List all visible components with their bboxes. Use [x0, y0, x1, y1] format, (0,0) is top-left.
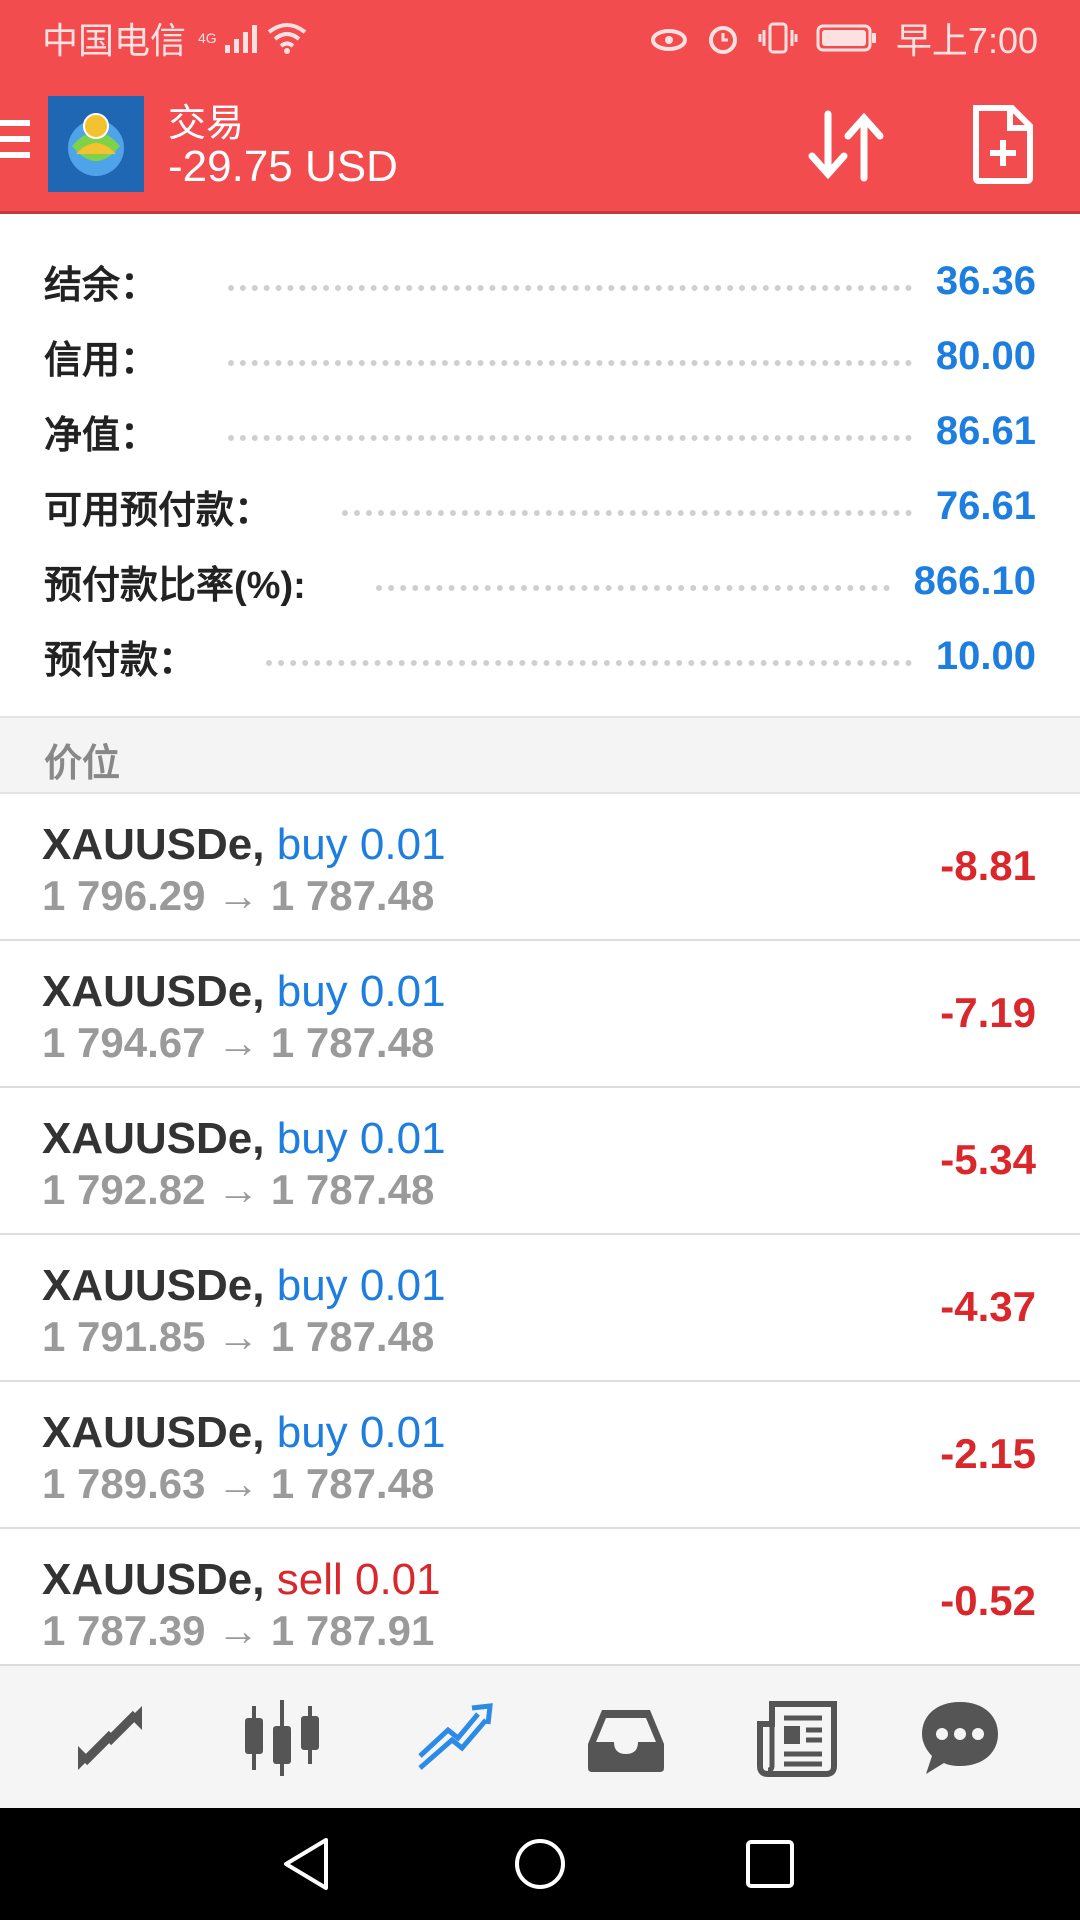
position-direction: buy 0.01 — [276, 1408, 446, 1457]
history-icon[interactable] — [584, 1696, 668, 1780]
position-row[interactable]: XAUUSDe, buy 0.01 1 796.29 → 1 787.48 -8… — [0, 794, 1080, 941]
dot-leader — [228, 434, 912, 441]
equity-row: 净值： 86.61 — [0, 394, 1080, 469]
position-row[interactable]: XAUUSDe, buy 0.01 1 794.67 → 1 787.48 -7… — [0, 941, 1080, 1088]
recents-icon[interactable] — [742, 1836, 798, 1892]
back-icon[interactable] — [278, 1836, 334, 1892]
position-prices: 1 787.39 → 1 787.91 — [42, 1607, 435, 1654]
status-right: 早上7:00 — [650, 12, 1038, 64]
credit-row: 信用： 80.00 — [0, 319, 1080, 394]
position-prices: 1 794.67 → 1 787.48 — [42, 1019, 435, 1066]
metatrader-logo — [48, 96, 144, 192]
bottom-nav — [0, 1664, 1080, 1808]
position-title: XAUUSDe, buy 0.01 — [42, 1114, 446, 1164]
position-symbol: XAUUSDe, — [42, 1114, 265, 1163]
position-symbol: XAUUSDe, — [42, 1408, 265, 1457]
position-title: XAUUSDe, sell 0.01 — [42, 1555, 441, 1605]
trade-icon[interactable] — [412, 1696, 496, 1780]
eye-icon — [650, 29, 687, 51]
total-profit: -29.75 USD — [168, 142, 398, 191]
margin-level-label: 预付款比率(%): — [44, 565, 306, 607]
free-margin-row: 可用预付款： 76.61 — [0, 469, 1080, 544]
balance-row: 结余： 36.36 — [0, 244, 1080, 319]
dot-leader — [342, 509, 912, 516]
carrier-label: 中国电信 — [42, 20, 187, 61]
sort-icon[interactable] — [806, 106, 886, 186]
status-bar: 中国电信 4G 早上7:00 — [0, 0, 1080, 76]
battery-icon — [816, 24, 876, 52]
margin-level-value: 866.10 — [913, 559, 1036, 603]
credit-label: 信用： — [44, 340, 159, 382]
margin-level-row: 预付款比率(%): 866.10 — [0, 544, 1080, 619]
position-title: XAUUSDe, buy 0.01 — [42, 1261, 446, 1311]
chat-icon[interactable] — [918, 1696, 1002, 1780]
position-row[interactable]: XAUUSDe, buy 0.01 1 791.85 → 1 787.48 -4… — [0, 1235, 1080, 1382]
position-prices: 1 791.85 → 1 787.48 — [42, 1313, 435, 1360]
position-row[interactable]: XAUUSDe, sell 0.01 1 787.39 → 1 787.91 -… — [0, 1529, 1080, 1676]
system-nav-bar — [0, 1808, 1080, 1920]
signal-icon — [224, 25, 257, 53]
free-margin-value: 76.61 — [935, 484, 1036, 528]
margin-label: 预付款： — [44, 640, 197, 682]
position-symbol: XAUUSDe, — [42, 967, 265, 1016]
home-icon[interactable] — [512, 1836, 568, 1892]
position-symbol: XAUUSDe, — [42, 1261, 265, 1310]
position-row[interactable]: XAUUSDe, buy 0.01 1 792.82 → 1 787.48 -5… — [0, 1088, 1080, 1235]
credit-value: 80.00 — [935, 334, 1036, 378]
margin-row: 预付款： 10.00 — [0, 619, 1080, 694]
position-title: XAUUSDe, buy 0.01 — [42, 1408, 446, 1458]
position-profit: -5.34 — [940, 1136, 1036, 1183]
vibrate-icon — [758, 22, 798, 54]
status-left: 中国电信 4G — [42, 12, 307, 64]
position-profit: -4.37 — [940, 1283, 1036, 1330]
position-direction: buy 0.01 — [276, 967, 446, 1016]
account-summary: 结余： 36.36 信用： 80.00 净值： 86.61 可用预付款： 76.… — [0, 244, 1080, 694]
balance-value: 36.36 — [935, 259, 1036, 303]
alarm-icon — [708, 26, 737, 54]
position-prices: 1 796.29 → 1 787.48 — [42, 872, 435, 919]
position-profit: -8.81 — [940, 842, 1036, 889]
wifi-icon — [267, 23, 306, 54]
position-direction: buy 0.01 — [276, 1114, 446, 1163]
position-direction: buy 0.01 — [276, 1261, 446, 1310]
balance-label: 结余： — [44, 265, 159, 307]
equity-label: 净值： — [44, 415, 159, 457]
news-icon[interactable] — [756, 1696, 840, 1780]
position-title: XAUUSDe, buy 0.01 — [42, 967, 446, 1017]
position-title: XAUUSDe, buy 0.01 — [42, 820, 446, 870]
positions-section-header: 价位 — [0, 716, 1080, 794]
menu-icon[interactable] — [0, 120, 30, 164]
dot-leader — [228, 359, 912, 366]
quotes-icon[interactable] — [68, 1696, 152, 1780]
page-title: 交易 — [168, 103, 245, 145]
dot-leader — [228, 284, 912, 291]
position-symbol: XAUUSDe, — [42, 820, 265, 869]
position-direction: buy 0.01 — [276, 820, 446, 869]
position-profit: -0.52 — [940, 1577, 1036, 1624]
new-order-icon[interactable] — [970, 104, 1034, 184]
app-bar: 交易 -29.75 USD — [0, 76, 1080, 214]
equity-value: 86.61 — [935, 409, 1036, 453]
position-profit: -7.19 — [940, 989, 1036, 1036]
positions-list: XAUUSDe, buy 0.01 1 796.29 → 1 787.48 -8… — [0, 794, 1080, 1676]
position-prices: 1 789.63 → 1 787.48 — [42, 1460, 435, 1507]
margin-value: 10.00 — [935, 634, 1036, 678]
position-direction: sell 0.01 — [276, 1555, 441, 1604]
network-type: 4G — [198, 30, 217, 46]
dot-leader — [266, 659, 912, 666]
position-profit: -2.15 — [940, 1430, 1036, 1477]
position-prices: 1 792.82 → 1 787.48 — [42, 1166, 435, 1213]
position-row[interactable]: XAUUSDe, buy 0.01 1 789.63 → 1 787.48 -2… — [0, 1382, 1080, 1529]
clock: 早上7:00 — [895, 20, 1038, 61]
free-margin-label: 可用预付款： — [44, 490, 273, 532]
position-symbol: XAUUSDe, — [42, 1555, 265, 1604]
dot-leader — [375, 584, 890, 591]
chart-icon[interactable] — [240, 1696, 324, 1780]
